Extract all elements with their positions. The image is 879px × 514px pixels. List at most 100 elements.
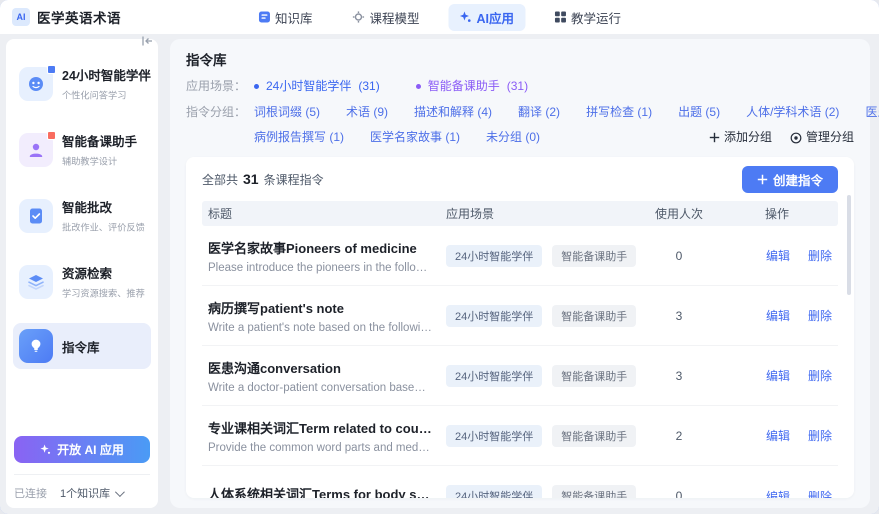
sidebar-item-subtitle: 个性化问答学习 xyxy=(62,88,144,102)
prompt-title: 专业课相关词汇Term related to courses xyxy=(208,418,432,437)
group-filter-label: 指令分组： xyxy=(186,104,254,121)
table-row[interactable]: 医患沟通conversation Write a doctor-patient … xyxy=(202,346,838,406)
book-icon xyxy=(258,11,270,23)
prompt-description: Please introduce the pioneers in the fol… xyxy=(208,262,432,274)
list-toolbar: 全部共 31 条课程指令 创建指令 xyxy=(202,157,838,201)
group-chip[interactable]: 词根词缀 (5) xyxy=(254,104,320,121)
settings-circle-icon xyxy=(790,132,802,144)
scene-tag: 智能备课助手 xyxy=(552,365,636,387)
usage-count: 3 xyxy=(636,369,722,383)
sidebar-item-prompt-library[interactable]: 指令库 xyxy=(13,323,151,369)
usage-count: 3 xyxy=(636,309,722,323)
delete-button[interactable]: 删除 xyxy=(808,367,832,384)
delete-button[interactable]: 删除 xyxy=(808,307,832,324)
manage-group-button[interactable]: 管理分组 xyxy=(790,129,854,146)
prompt-description: Write a patient's note based on the foll… xyxy=(208,322,432,334)
create-prompt-button[interactable]: 创建指令 xyxy=(742,166,838,193)
edit-button[interactable]: 编辑 xyxy=(766,247,790,264)
scene-option-study-companion[interactable]: 24小时智能学伴 (31) xyxy=(254,78,380,95)
app-brand: AI 医学英语术语 xyxy=(12,7,121,27)
table-row[interactable]: 专业课相关词汇Term related to courses Provide t… xyxy=(202,406,838,466)
layers-icon xyxy=(19,265,53,299)
sidebar-collapse-icon[interactable] xyxy=(141,35,154,47)
sidebar-item-title: 智能备课助手 xyxy=(62,131,137,150)
scene-tag: 智能备课助手 xyxy=(552,305,636,327)
sidebar-item-smart-grading[interactable]: 智能批改 批改作业、评价反馈 xyxy=(13,191,151,240)
document-check-icon xyxy=(19,199,53,233)
notification-badge xyxy=(47,65,56,74)
gear-icon xyxy=(352,11,364,23)
sidebar-item-study-companion[interactable]: 24小时智能学伴 个性化问答学习 xyxy=(13,59,151,108)
group-chip[interactable]: 出题 (5) xyxy=(678,104,720,121)
scene-tag: 智能备课助手 xyxy=(552,245,636,267)
tab-ai-apps[interactable]: AI应用 xyxy=(449,4,526,31)
app-title: 医学英语术语 xyxy=(37,7,121,27)
scene-option-count: (31) xyxy=(358,78,379,95)
sparkle-icon xyxy=(40,444,51,455)
col-header-actions: 操作 xyxy=(722,205,832,222)
delete-button[interactable]: 删除 xyxy=(808,427,832,444)
add-group-label: 添加分组 xyxy=(724,129,772,146)
app-window: AI 医学英语术语 知识库 课程模型 AI应用 xyxy=(0,0,879,514)
tab-label: 课程模型 xyxy=(369,8,419,27)
prompt-description: Provide the common word parts and medica… xyxy=(208,442,432,454)
sidebar: 24小时智能学伴 个性化问答学习 智能备课助手 辅助教学设计 xyxy=(6,39,158,508)
group-chip[interactable]: 描述和解释 (4) xyxy=(414,104,492,121)
add-group-button[interactable]: 添加分组 xyxy=(709,129,772,146)
sidebar-item-subtitle: 学习资源搜索、推荐 xyxy=(62,286,145,300)
edit-button[interactable]: 编辑 xyxy=(766,307,790,324)
tab-knowledge-base[interactable]: 知识库 xyxy=(247,4,324,31)
sparkle-icon xyxy=(460,11,472,23)
group-chip[interactable]: 拼写检查 (1) xyxy=(586,104,652,121)
delete-button[interactable]: 删除 xyxy=(808,488,832,499)
sidebar-item-title: 智能批改 xyxy=(62,197,152,216)
edit-button[interactable]: 编辑 xyxy=(766,367,790,384)
grid-icon xyxy=(554,11,566,23)
top-bar: AI 医学英语术语 知识库 课程模型 AI应用 xyxy=(0,0,879,34)
prompt-title: 医患沟通conversation xyxy=(208,358,432,377)
group-chip[interactable]: 医患沟通 (1) xyxy=(865,104,879,121)
knowledge-base-selector[interactable]: 1个知识库 xyxy=(60,485,122,501)
knowledge-base-count: 1个知识库 xyxy=(60,485,110,501)
tab-label: AI应用 xyxy=(477,8,515,27)
group-chip[interactable]: 未分组 (0) xyxy=(486,129,540,146)
prompt-title: 医学名家故事Pioneers of medicine xyxy=(208,238,432,257)
delete-button[interactable]: 删除 xyxy=(808,247,832,264)
tab-course-model[interactable]: 课程模型 xyxy=(341,4,430,31)
notification-badge xyxy=(47,131,56,140)
scene-filter-row: 应用场景： 24小时智能学伴 (31) 智能备课助手 (31) xyxy=(186,78,854,95)
usage-count: 0 xyxy=(636,249,722,263)
summary-suffix: 条课程指令 xyxy=(264,171,324,188)
group-chip[interactable]: 翻译 (2) xyxy=(518,104,560,121)
edit-button[interactable]: 编辑 xyxy=(766,427,790,444)
tab-teaching-run[interactable]: 教学运行 xyxy=(543,4,632,31)
scene-option-lesson-prep[interactable]: 智能备课助手 (31) xyxy=(416,78,528,95)
robot-face-icon xyxy=(19,67,53,101)
group-chip[interactable]: 人体/学科术语 (2) xyxy=(746,104,839,121)
table-row[interactable]: 人体系统相关词汇Terms for body system 24小时智能学伴 智… xyxy=(202,466,838,498)
page-title: 指令库 xyxy=(186,49,854,69)
group-chip[interactable]: 术语 (9) xyxy=(346,104,388,121)
sidebar-item-resource-search[interactable]: 资源检索 学习资源搜索、推荐 xyxy=(13,257,151,306)
main-panel: 指令库 应用场景： 24小时智能学伴 (31) 智能备课助手 (31) xyxy=(170,39,870,508)
group-chip[interactable]: 病例报告撰写 (1) xyxy=(254,129,344,146)
col-header-usage: 使用人次 xyxy=(636,205,722,222)
open-ai-app-button[interactable]: 开放 AI 应用 xyxy=(14,436,150,463)
scene-tag: 24小时智能学伴 xyxy=(446,305,542,327)
group-chip[interactable]: 医学名家故事 (1) xyxy=(370,129,460,146)
sidebar-item-subtitle: 辅助教学设计 xyxy=(62,154,131,168)
scene-tag: 24小时智能学伴 xyxy=(446,245,542,267)
manage-group-label: 管理分组 xyxy=(806,129,854,146)
table-row[interactable]: 病历撰写patient's note Write a patient's not… xyxy=(202,286,838,346)
lightbulb-icon xyxy=(19,329,53,363)
edit-button[interactable]: 编辑 xyxy=(766,488,790,499)
sidebar-item-lesson-prep[interactable]: 智能备课助手 辅助教学设计 xyxy=(13,125,151,174)
tab-label: 知识库 xyxy=(275,8,313,27)
usage-count: 2 xyxy=(636,429,722,443)
scrollbar-thumb[interactable] xyxy=(847,195,851,295)
chevron-down-icon xyxy=(115,487,125,497)
table-row[interactable]: 医学名家故事Pioneers of medicine Please introd… xyxy=(202,226,838,286)
group-filter-row: 指令分组： 词根词缀 (5) 术语 (9) 描述和解释 (4) 翻译 (2) 拼… xyxy=(186,104,854,146)
scene-option-name: 24小时智能学伴 xyxy=(266,78,351,95)
summary-count: 31 xyxy=(243,171,259,187)
